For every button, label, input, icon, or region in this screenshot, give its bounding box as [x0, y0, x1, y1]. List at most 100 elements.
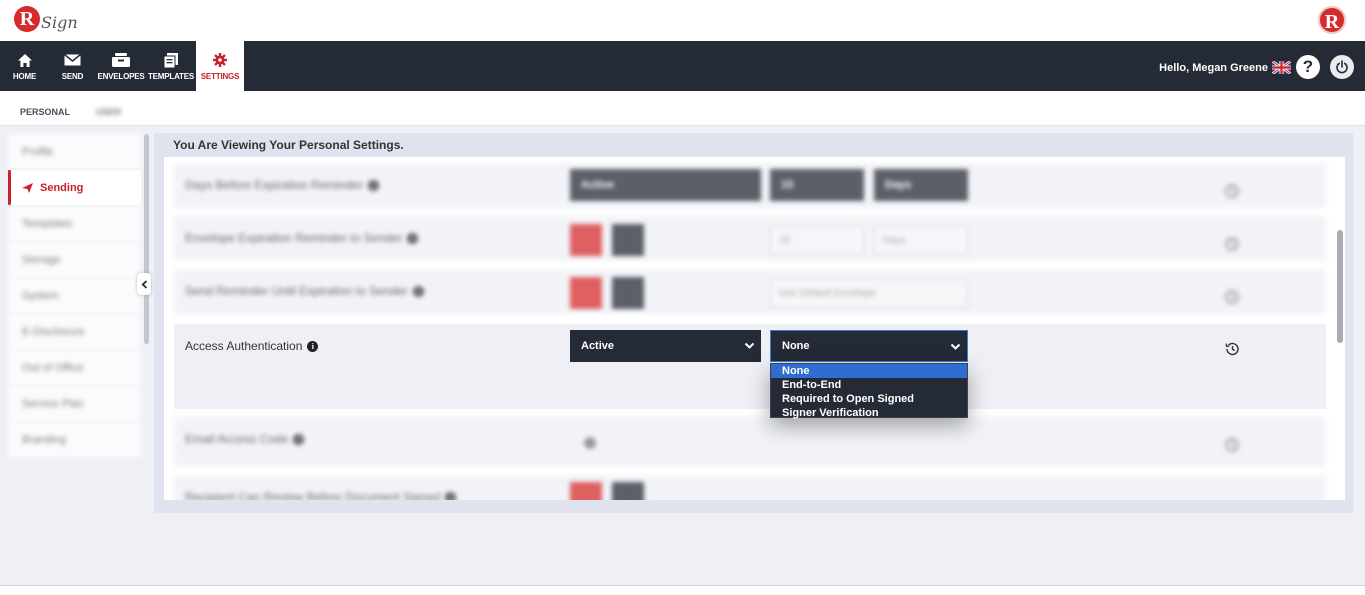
toggle-off-button[interactable] [612, 224, 644, 256]
logo-text: Sign [41, 12, 78, 32]
tab-user[interactable]: USER [96, 107, 121, 117]
unit-select[interactable]: Days [874, 225, 968, 255]
history-icon[interactable] [1224, 289, 1240, 305]
sidebar-item-edisclosure[interactable]: E-Disclosure [8, 314, 141, 349]
setting-row: Email Access Code i [174, 417, 1326, 467]
help-button[interactable]: ? [1296, 55, 1320, 79]
sidebar-item-label: Storage [22, 253, 61, 266]
access-auth-options-dropdown: None End-to-End Required to Open Signed … [770, 363, 968, 420]
setting-label: Send Reminder Until Expiration to Sender… [185, 284, 424, 298]
sidebar-item-label: Out of Office [22, 361, 84, 374]
send-plane-icon [22, 182, 33, 193]
power-button[interactable] [1330, 55, 1354, 79]
nav-envelopes[interactable]: ENVELOPES [97, 41, 145, 91]
select-value: 15 [781, 179, 794, 191]
dropdown-option-signer-verification[interactable]: Signer Verification [771, 406, 967, 420]
history-icon[interactable] [1224, 183, 1240, 199]
info-icon: i [445, 491, 457, 500]
sidebar-item-label: System [22, 289, 59, 302]
history-icon[interactable] [1224, 236, 1240, 252]
setting-label: Email Access Code i [185, 432, 305, 446]
nav-send-label: SEND [61, 72, 84, 81]
nav-envelopes-label: ENVELOPES [97, 72, 145, 81]
toggle-off-button[interactable] [612, 277, 644, 309]
history-icon[interactable] [1224, 437, 1240, 453]
sidebar-item-label: Profile [22, 145, 54, 158]
count-input[interactable]: 15 [770, 225, 864, 255]
setting-label-text: Access Authentication [185, 339, 303, 353]
setting-label: Days Before Expiration Reminder i [185, 178, 380, 192]
select-value: Active [581, 340, 615, 352]
envelope-select[interactable]: Use Default Envelope [770, 278, 968, 308]
user-greeting: Hello, Megan Greene [1159, 62, 1268, 74]
toggle-on-button[interactable] [570, 277, 602, 309]
setting-label-text: Recipient Can Review Before Document Sig… [185, 490, 441, 500]
sidebar-item-label: E-Disclosure [22, 325, 85, 338]
content-scrollbar[interactable] [1337, 230, 1343, 343]
info-icon: i [407, 232, 419, 244]
collapse-sidebar-button[interactable] [137, 273, 151, 295]
nav-templates-label: TEMPLATES [147, 72, 195, 81]
setting-row: Send Reminder Until Expiration to Sender… [174, 269, 1326, 314]
setting-row-access-authentication: Access Authentication i Active None [174, 324, 1326, 409]
nav-send[interactable]: SEND [57, 41, 88, 91]
dropdown-option-end-to-end[interactable]: End-to-End [771, 378, 967, 392]
checkbox[interactable] [584, 437, 596, 449]
unit-select[interactable]: Days [874, 169, 968, 201]
history-icon[interactable] [1224, 341, 1240, 357]
footer [0, 586, 1365, 595]
toggle-off-button[interactable] [612, 482, 644, 500]
status-select[interactable]: Active [570, 169, 761, 201]
sidebar-item-service-plan[interactable]: Service Plan [8, 386, 141, 421]
select-value: Active [581, 179, 615, 191]
rsign-logo[interactable]: R Sign [14, 6, 78, 32]
envelopes-icon [112, 51, 130, 69]
greeting-text: Hello, [1159, 62, 1190, 74]
setting-label-text: Days Before Expiration Reminder [185, 178, 364, 192]
nav-settings[interactable]: SETTINGS [196, 41, 244, 91]
gear-icon [213, 51, 227, 69]
sidebar-scrollbar[interactable] [144, 134, 149, 344]
access-auth-status-select[interactable]: Active [570, 330, 761, 362]
sidebar-item-branding[interactable]: Branding [8, 422, 141, 457]
sidebar-item-label: Branding [22, 433, 67, 446]
info-icon: i [368, 179, 380, 191]
chevron-down-icon [950, 343, 961, 350]
input-value: 15 [779, 234, 791, 246]
access-auth-type-select[interactable]: None [770, 330, 968, 362]
logo-bar: R Sign R [0, 0, 1365, 41]
setting-row: Recipient Can Review Before Document Sig… [174, 475, 1326, 500]
tab-personal[interactable]: PERSONAL [20, 107, 70, 117]
dropdown-option-required-to-open-signed[interactable]: Required to Open Signed [771, 392, 967, 406]
info-icon: i [293, 433, 305, 445]
dropdown-option-none[interactable]: None [771, 364, 967, 378]
nav-home[interactable]: HOME [9, 41, 40, 91]
sidebar-item-label: Templates [22, 217, 73, 230]
sidebar-item-sending[interactable]: Sending [8, 170, 141, 205]
sidebar-item-templates[interactable]: Templates [8, 206, 141, 241]
sidebar-item-out-of-office[interactable]: Out of Office [8, 350, 141, 385]
toggle-on-button[interactable] [570, 224, 602, 256]
toggle-on-button[interactable] [570, 482, 602, 500]
settings-list: Days Before Expiration Reminder i Active … [164, 157, 1345, 500]
sidebar-item-label: Sending [40, 181, 84, 194]
rpost-logo: R [1318, 6, 1346, 34]
sidebar-item-system[interactable]: System [8, 278, 141, 313]
sidebar-item-storage[interactable]: Storage [8, 242, 141, 277]
sidebar-item-profile[interactable]: Profile [8, 134, 141, 169]
page-title: You Are Viewing Your Personal Settings. [173, 138, 404, 152]
settings-panel: You Are Viewing Your Personal Settings. … [154, 133, 1353, 513]
user-name: Megan Greene [1192, 62, 1268, 74]
setting-label: Access Authentication i [185, 339, 319, 353]
select-value: None [782, 340, 810, 352]
uk-flag-icon[interactable] [1272, 61, 1291, 74]
count-select[interactable]: 15 [770, 169, 864, 201]
select-value: Days [885, 179, 912, 191]
nav-home-label: HOME [12, 72, 37, 81]
settings-subtabs: PERSONAL USER [0, 91, 1365, 126]
info-icon: i [412, 285, 424, 297]
select-value: Use Default Envelope [779, 287, 876, 299]
nav-templates[interactable]: TEMPLATES [148, 41, 194, 91]
info-icon[interactable]: i [307, 340, 319, 352]
sidebar-item-label: Service Plan [22, 397, 84, 410]
